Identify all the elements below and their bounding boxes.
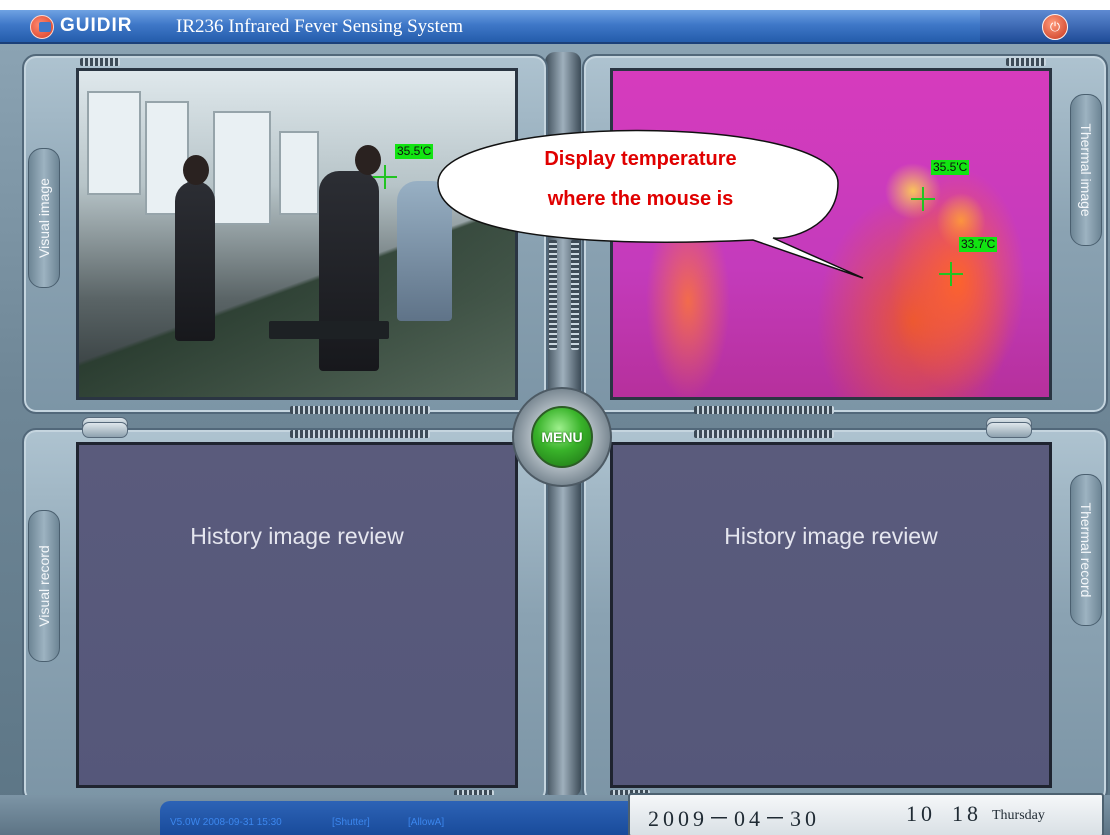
version-label: V5.0W 2008-09-31 15:30 (170, 817, 282, 828)
tab-thermal-image[interactable]: Thermal image (1070, 94, 1102, 246)
pane-grille (290, 430, 430, 438)
brand-logo-text: GUIDIR (60, 15, 133, 36)
allow-indicator: [AllowA] (408, 817, 445, 828)
pane-knob (986, 422, 1032, 438)
guidir-logo-icon (30, 15, 54, 39)
pane-grille (694, 430, 834, 438)
app-title: IR236 Infrared Fever Sensing System (176, 16, 464, 37)
desk (269, 321, 389, 339)
crosshair-icon (373, 165, 397, 189)
minute-readout: 18 (952, 801, 982, 826)
date-time-display: 2009－04－30 10 18 Thursday (628, 793, 1104, 835)
crosshair-icon (911, 187, 935, 211)
tab-thermal-record-label: Thermal record (1078, 502, 1094, 598)
app-window: GUIDIR IR236 Infrared Fever Sensing Syst… (0, 10, 1110, 835)
temperature-label: 35.5'C (931, 160, 970, 175)
date-readout: 2009－04－30 (648, 806, 821, 831)
pane-grille (694, 406, 834, 414)
thermal-record-pane: History image review Thermal record (582, 422, 1108, 804)
tab-visual-image-label: Visual image (36, 178, 52, 258)
temperature-label: 33.7'C (959, 237, 998, 252)
tab-thermal-record[interactable]: Thermal record (1070, 474, 1102, 626)
power-icon[interactable]: ⏻ (1042, 14, 1068, 40)
tab-visual-record[interactable]: Visual record (28, 510, 60, 662)
tab-visual-record-label: Visual record (36, 545, 52, 627)
tab-thermal-image-label: Thermal image (1078, 123, 1094, 217)
weekday-readout: Thursday (992, 808, 1045, 823)
pane-grille (80, 58, 120, 66)
window (279, 131, 319, 215)
shutter-indicator: [Shutter] (332, 817, 370, 828)
hour-readout: 10 (906, 801, 936, 826)
status-info: V5.0W 2008-09-31 15:30 [Shutter] [AllowA… (160, 801, 630, 835)
visual-record-screen[interactable]: History image review (76, 442, 518, 788)
pane-grille (1006, 58, 1046, 66)
pane-knob (82, 422, 128, 438)
tab-visual-image[interactable]: Visual image (28, 148, 60, 288)
speech-bubble-callout: Display temperature where the mouse is (428, 128, 864, 279)
visual-record-pane: History image review Visual record (22, 422, 548, 804)
menu-button[interactable]: MENU (531, 406, 593, 468)
callout-line-2: where the mouse is (547, 188, 734, 210)
window (213, 111, 271, 225)
window (87, 91, 141, 195)
thermal-record-screen[interactable]: History image review (610, 442, 1052, 788)
crosshair-icon (939, 262, 963, 286)
pane-grille (290, 406, 430, 414)
person (319, 171, 379, 371)
callout-line-1: Display temperature (544, 148, 737, 170)
person-head (183, 155, 209, 185)
person (175, 181, 215, 341)
history-placeholder: History image review (190, 523, 404, 549)
history-placeholder: History image review (724, 523, 938, 549)
title-bar: GUIDIR IR236 Infrared Fever Sensing Syst… (0, 10, 1110, 44)
